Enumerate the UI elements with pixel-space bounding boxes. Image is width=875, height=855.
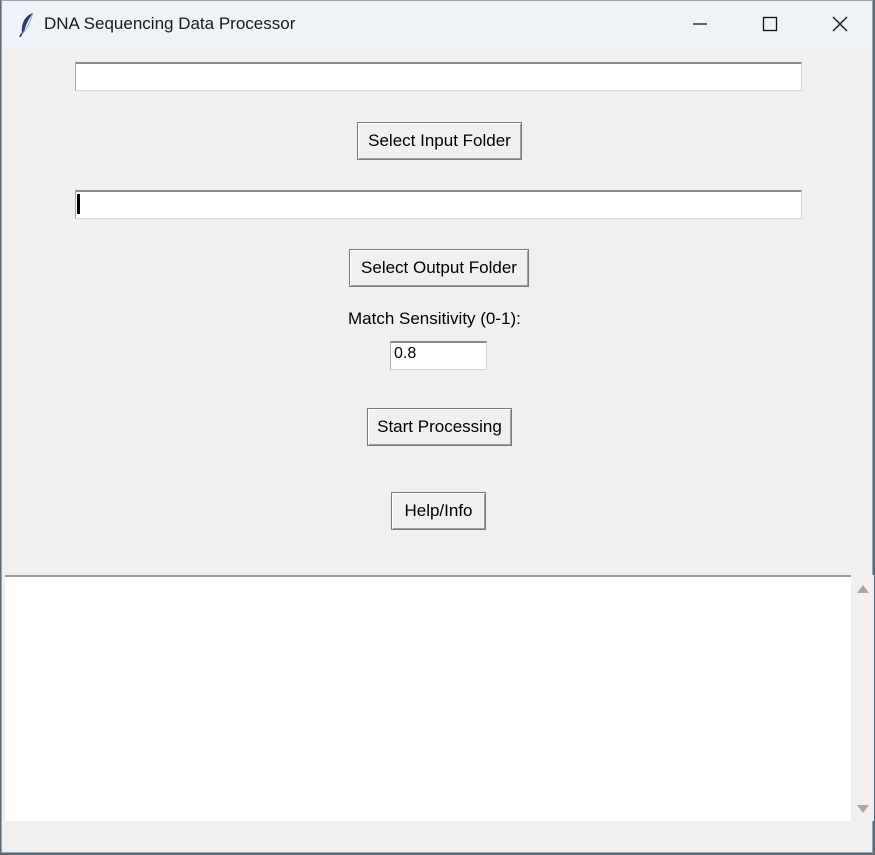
app-window: DNA Sequencing Data Processor Select Inp… xyxy=(1,0,874,853)
maximize-button[interactable] xyxy=(735,1,805,47)
sensitivity-label: Match Sensitivity (0-1): xyxy=(348,309,521,328)
maximize-icon xyxy=(762,16,778,32)
select-output-folder-button[interactable]: Select Output Folder xyxy=(349,249,529,287)
scroll-down-arrow[interactable] xyxy=(857,805,869,813)
start-processing-button[interactable]: Start Processing xyxy=(367,408,512,446)
minimize-button[interactable] xyxy=(665,1,735,47)
minimize-icon xyxy=(692,16,708,32)
log-output-area[interactable] xyxy=(5,575,851,821)
close-icon xyxy=(832,16,848,32)
select-input-folder-button[interactable]: Select Input Folder xyxy=(357,122,522,160)
close-button[interactable] xyxy=(805,1,875,47)
output-folder-field[interactable] xyxy=(75,190,802,219)
input-folder-field[interactable] xyxy=(75,62,802,91)
window-bottom-edge xyxy=(2,821,872,852)
window-title: DNA Sequencing Data Processor xyxy=(44,14,296,33)
help-info-button[interactable]: Help/Info xyxy=(391,492,486,530)
log-scrollbar[interactable] xyxy=(852,575,874,821)
feather-icon xyxy=(18,12,36,38)
title-bar[interactable]: DNA Sequencing Data Processor xyxy=(2,1,872,48)
scroll-up-arrow[interactable] xyxy=(857,585,869,593)
sensitivity-input[interactable]: 0.8 xyxy=(390,341,487,370)
text-cursor xyxy=(77,194,80,214)
